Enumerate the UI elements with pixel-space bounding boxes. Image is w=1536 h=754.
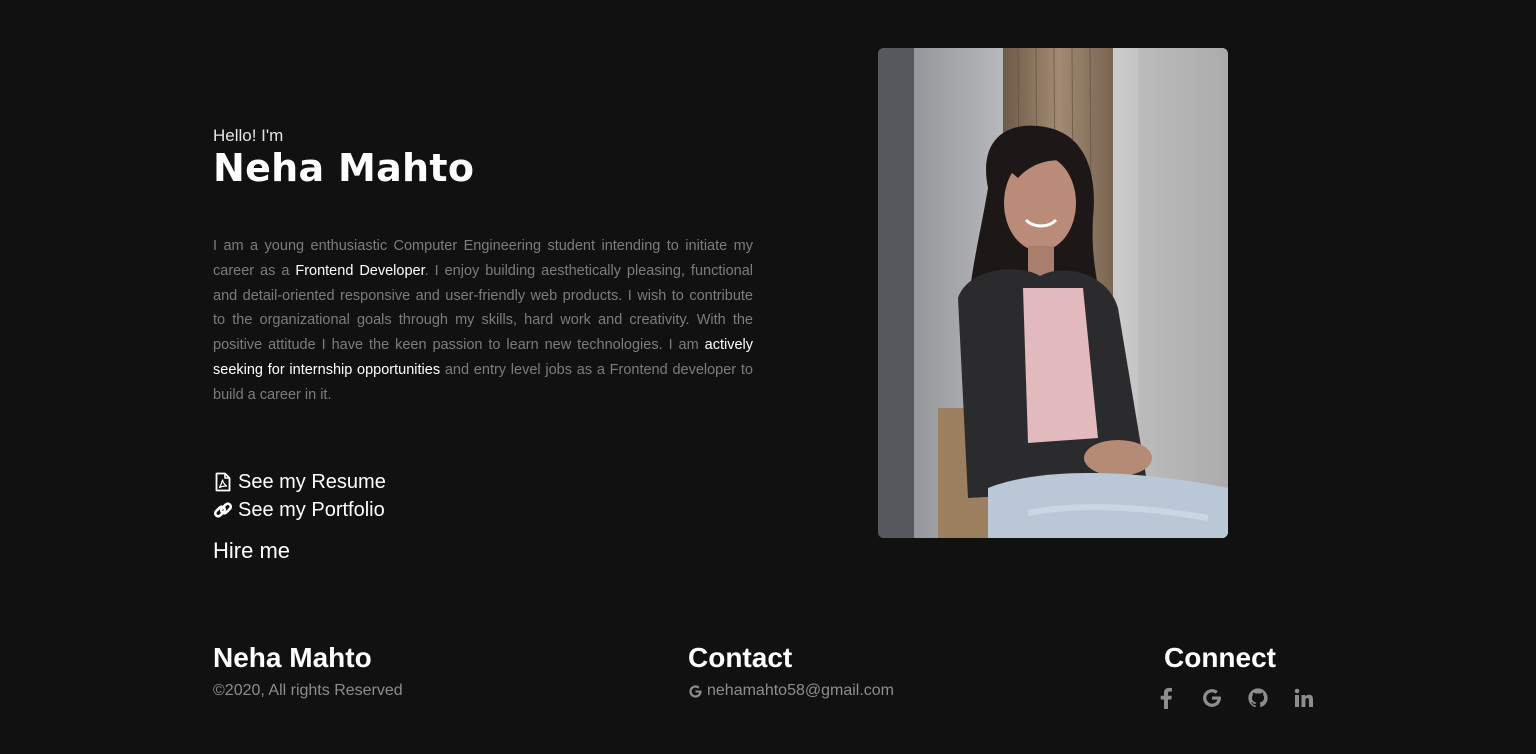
see-resume-link[interactable]: See my Resume (213, 468, 386, 496)
connect-title: Connect (1164, 642, 1276, 673)
contact-title: Contact (688, 642, 793, 673)
hire-me-button[interactable]: Hire me (213, 538, 290, 564)
see-resume-label: See my Resume (238, 470, 386, 493)
footer-brand: Neha Mahto ©2020, All rights Reserved (213, 640, 403, 700)
contact-email-row[interactable]: nehamahto58@gmail.com (688, 682, 894, 700)
google-icon[interactable] (1200, 686, 1224, 710)
see-portfolio-label: See my Portfolio (238, 498, 385, 521)
github-icon[interactable] (1246, 686, 1270, 710)
see-portfolio-link[interactable]: See my Portfolio (213, 496, 386, 524)
footer-connect: Connect (1154, 640, 1338, 710)
hero-name: Neha Mahto (213, 146, 475, 190)
hero-links: See my Resume See my Portfolio (213, 468, 386, 524)
google-icon (688, 684, 703, 699)
greeting-text: Hello! I'm (213, 126, 284, 145)
profile-photo (878, 48, 1228, 538)
page: Hello! I'm Neha Mahto I am a young enthu… (0, 0, 1536, 754)
facebook-icon[interactable] (1154, 686, 1178, 710)
footer-copyright: ©2020, All rights Reserved (213, 682, 403, 699)
bio-highlight-role: Frontend Developer (295, 262, 425, 279)
footer-contact: Contact nehamahto58@gmail.com (688, 640, 894, 700)
bio-paragraph: I am a young enthusiastic Computer Engin… (213, 234, 753, 408)
link-icon (213, 500, 233, 520)
contact-email: nehamahto58@gmail.com (707, 682, 895, 699)
file-pdf-icon (213, 472, 233, 492)
linkedin-icon[interactable] (1292, 686, 1316, 710)
social-links (1154, 686, 1338, 710)
footer-name: Neha Mahto (213, 642, 372, 673)
